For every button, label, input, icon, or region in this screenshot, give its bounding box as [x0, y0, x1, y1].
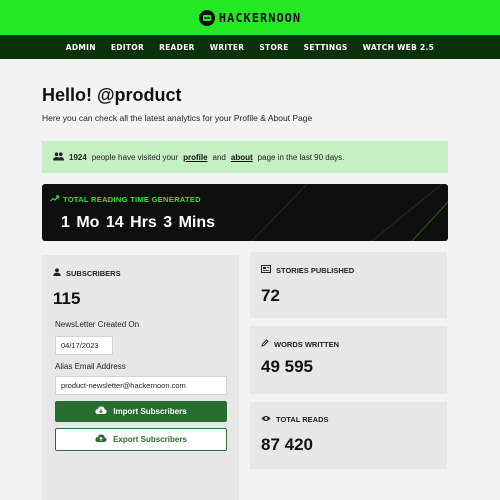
reading-time-label: TOTAL READING TIME GENERATED — [63, 195, 201, 204]
reading-time-label-row: TOTAL READING TIME GENERATED — [50, 195, 201, 204]
import-subscribers-button[interactable]: Import Subscribers — [55, 401, 227, 422]
trend-up-icon — [50, 195, 60, 204]
export-subscribers-label: Export Subscribers — [113, 435, 187, 444]
user-icon — [53, 268, 61, 278]
cloud-upload-icon — [95, 434, 107, 445]
subscribers-label: SUBSCRIBERS — [66, 268, 121, 278]
nav-item-writer[interactable]: WRITER — [210, 43, 245, 52]
nav-item-watch-web[interactable]: WATCH WEB 2.5 — [363, 43, 435, 52]
top-bar: HACKERNOON — [0, 0, 500, 35]
newspaper-icon — [261, 265, 271, 275]
visits-text-end: page in the last 90 days. — [257, 152, 345, 162]
nav-item-admin[interactable]: ADMIN — [66, 43, 96, 52]
words-card: WORDS WRITTEN 49 595 — [250, 326, 447, 394]
alias-email-field[interactable]: product-newsletter@hackernoon.com — [55, 376, 227, 395]
newsletter-date-field[interactable]: 04/17/2023 — [55, 336, 113, 355]
page-title: Hello! @product — [42, 85, 182, 105]
nav-item-store[interactable]: STORE — [259, 43, 288, 52]
stories-label: STORIES PUBLISHED — [276, 265, 355, 275]
decorative-lines — [251, 184, 448, 241]
cloud-download-icon — [95, 406, 107, 417]
reading-time-card: TOTAL READING TIME GENERATED 1 Mo 14 Hrs… — [42, 184, 448, 241]
words-count: 49 595 — [261, 357, 313, 376]
page-subtitle: Here you can check all the latest analyt… — [42, 113, 313, 123]
reads-count: 87 420 — [261, 435, 313, 454]
nav-item-reader[interactable]: READER — [159, 43, 195, 52]
visits-text: people have visited your — [91, 152, 179, 162]
profile-link[interactable]: profile — [183, 153, 207, 162]
main-nav: ADMIN EDITOR READER WRITER STORE SETTING… — [0, 35, 500, 59]
visits-count: 1924 — [69, 152, 87, 162]
brand-name: HACKERNOON — [218, 10, 302, 25]
brand-logo[interactable]: HACKERNOON — [198, 9, 302, 26]
words-header: WORDS WRITTEN — [261, 339, 339, 349]
pencil-icon — [261, 339, 269, 349]
subscribers-count: 115 — [53, 289, 81, 308]
stories-card: STORIES PUBLISHED 72 — [250, 252, 447, 318]
import-subscribers-label: Import Subscribers — [113, 407, 187, 416]
subscribers-header: SUBSCRIBERS — [53, 268, 121, 278]
hackernoon-helmet-icon — [198, 9, 215, 26]
alias-email-label: Alias Email Address — [55, 362, 126, 371]
nav-item-settings[interactable]: SETTINGS — [304, 43, 348, 52]
reads-card: TOTAL READS 87 420 — [250, 402, 447, 469]
stories-count: 72 — [261, 286, 280, 305]
about-link[interactable]: about — [231, 153, 253, 162]
words-label: WORDS WRITTEN — [274, 339, 339, 349]
users-icon — [53, 151, 64, 163]
eye-icon — [261, 415, 271, 424]
nav-item-editor[interactable]: EDITOR — [111, 43, 144, 52]
export-subscribers-button[interactable]: Export Subscribers — [55, 428, 227, 451]
newsletter-created-label: NewsLetter Created On — [55, 320, 140, 329]
visits-banner: 1924 people have visited your profile an… — [42, 141, 448, 173]
reads-header: TOTAL READS — [261, 415, 329, 424]
reads-label: TOTAL READS — [276, 415, 329, 424]
visits-text-and: and — [212, 152, 226, 162]
stories-header: STORIES PUBLISHED — [261, 265, 354, 275]
reading-time-value: 1 Mo 14 Hrs 3 Mins — [61, 214, 216, 231]
